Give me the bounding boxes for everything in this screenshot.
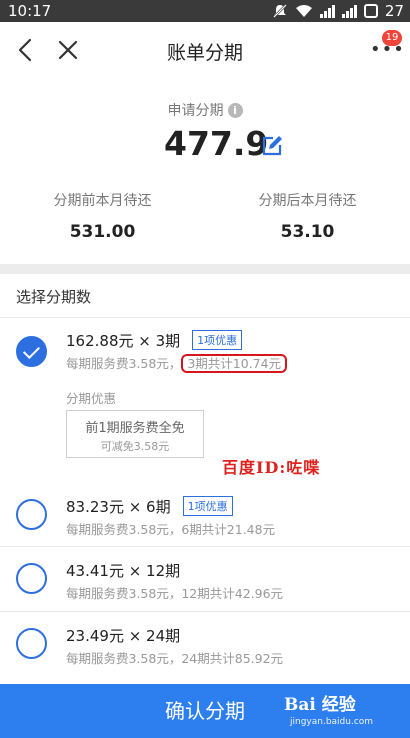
battery-icon — [363, 4, 378, 18]
signal-icon — [319, 4, 335, 18]
installment-summary: 申请分期 i 477.9 分期前本月待还 531.00 分期后本月待还 53.10 — [0, 78, 410, 264]
installment-amount: 477.9 — [164, 124, 269, 163]
total-highlight: 3期共计10.74元 — [181, 354, 288, 373]
plan-main: 162.88元 × 3期 1项优惠 — [66, 330, 243, 351]
promo-label: 分期优惠 — [66, 391, 117, 406]
edit-icon[interactable] — [260, 134, 284, 158]
status-time: 10:17 — [8, 2, 52, 20]
logo-url: jingyan.baidu.com — [290, 717, 374, 727]
logo-brand: Bai 经验 — [284, 695, 356, 715]
status-bar: 10:17 27 — [0, 0, 410, 22]
plan-sub: 每期服务费3.58元，6期共计21.48元 — [66, 522, 276, 537]
radio-unchecked[interactable] — [16, 628, 47, 659]
radio-checked[interactable] — [16, 336, 47, 367]
plan-list: 选择分期数 162.88元 × 3期 1项优惠 每期服务费3.58元， 3期共计10… — [0, 274, 410, 684]
plan-option-12[interactable]: 43.41元 × 12期 每期服务费3.58元，12期共计42.96元 — [0, 560, 410, 622]
close-icon — [58, 40, 78, 60]
after-label: 分期后本月待还 — [258, 193, 357, 209]
mute-icon — [273, 4, 287, 18]
before-label: 分期前本月待还 — [53, 193, 152, 209]
promo-card[interactable]: 前1期服务费全免 可减免3.58元 — [66, 410, 204, 458]
plan-sub: 每期服务费3.58元， 3期共计10.74元 — [66, 353, 288, 373]
divider — [0, 611, 410, 612]
more-button[interactable]: ••• 19 — [366, 30, 405, 66]
apply-label: 申请分期 — [167, 103, 224, 119]
apply-label-row: 申请分期 i — [0, 100, 410, 120]
after-installment: 分期后本月待还 53.10 — [205, 190, 410, 242]
more-icon: ••• — [370, 39, 405, 60]
plans-title: 选择分期数 — [16, 288, 92, 306]
watermark-id: 百度ID:咗喋 — [222, 458, 321, 477]
before-installment: 分期前本月待还 531.00 — [0, 190, 205, 242]
info-icon[interactable]: i — [227, 103, 243, 118]
status-icons: 27 — [272, 2, 404, 20]
close-button[interactable] — [50, 32, 86, 68]
plan-sub: 每期服务费3.58元，12期共计42.96元 — [66, 586, 284, 601]
discount-tag: 1项优惠 — [182, 496, 233, 516]
plan-main: 83.23元 × 6期 1项优惠 — [66, 496, 233, 517]
signal-icon — [341, 4, 357, 18]
back-icon — [18, 38, 32, 62]
plan-option-6[interactable]: 83.23元 × 6期 1项优惠 每期服务费3.58元，6期共计21.48元 — [0, 496, 410, 558]
baidu-jingyan-logo: Bai 经验 jingyan.baidu.com — [284, 690, 402, 732]
plan-option-3[interactable]: 162.88元 × 3期 1项优惠 每期服务费3.58元， 3期共计10.74元 分… — [0, 318, 410, 496]
nav-bar: 账单分期 ••• 19 — [0, 22, 410, 78]
radio-unchecked[interactable] — [16, 499, 47, 530]
battery-level: 27 — [384, 2, 404, 20]
promo-title: 前1期服务费全免 — [85, 421, 185, 436]
discount-tag: 1项优惠 — [192, 330, 243, 350]
divider — [0, 546, 410, 547]
plan-main: 43.41元 × 12期 — [66, 562, 181, 580]
after-value: 53.10 — [280, 222, 335, 242]
radio-unchecked[interactable] — [16, 563, 47, 594]
notification-badge: 19 — [382, 30, 402, 46]
plan-main: 23.49元 × 24期 — [66, 627, 181, 645]
plan-option-24[interactable]: 23.49元 × 24期 每期服务费3.58元，24期共计85.92元 — [0, 625, 410, 685]
back-button[interactable] — [8, 32, 44, 68]
promo-subtitle: 可减免3.58元 — [100, 440, 170, 453]
before-value: 531.00 — [69, 222, 136, 242]
wifi-icon — [295, 5, 312, 17]
plan-sub: 每期服务费3.58元，24期共计85.92元 — [66, 651, 284, 666]
